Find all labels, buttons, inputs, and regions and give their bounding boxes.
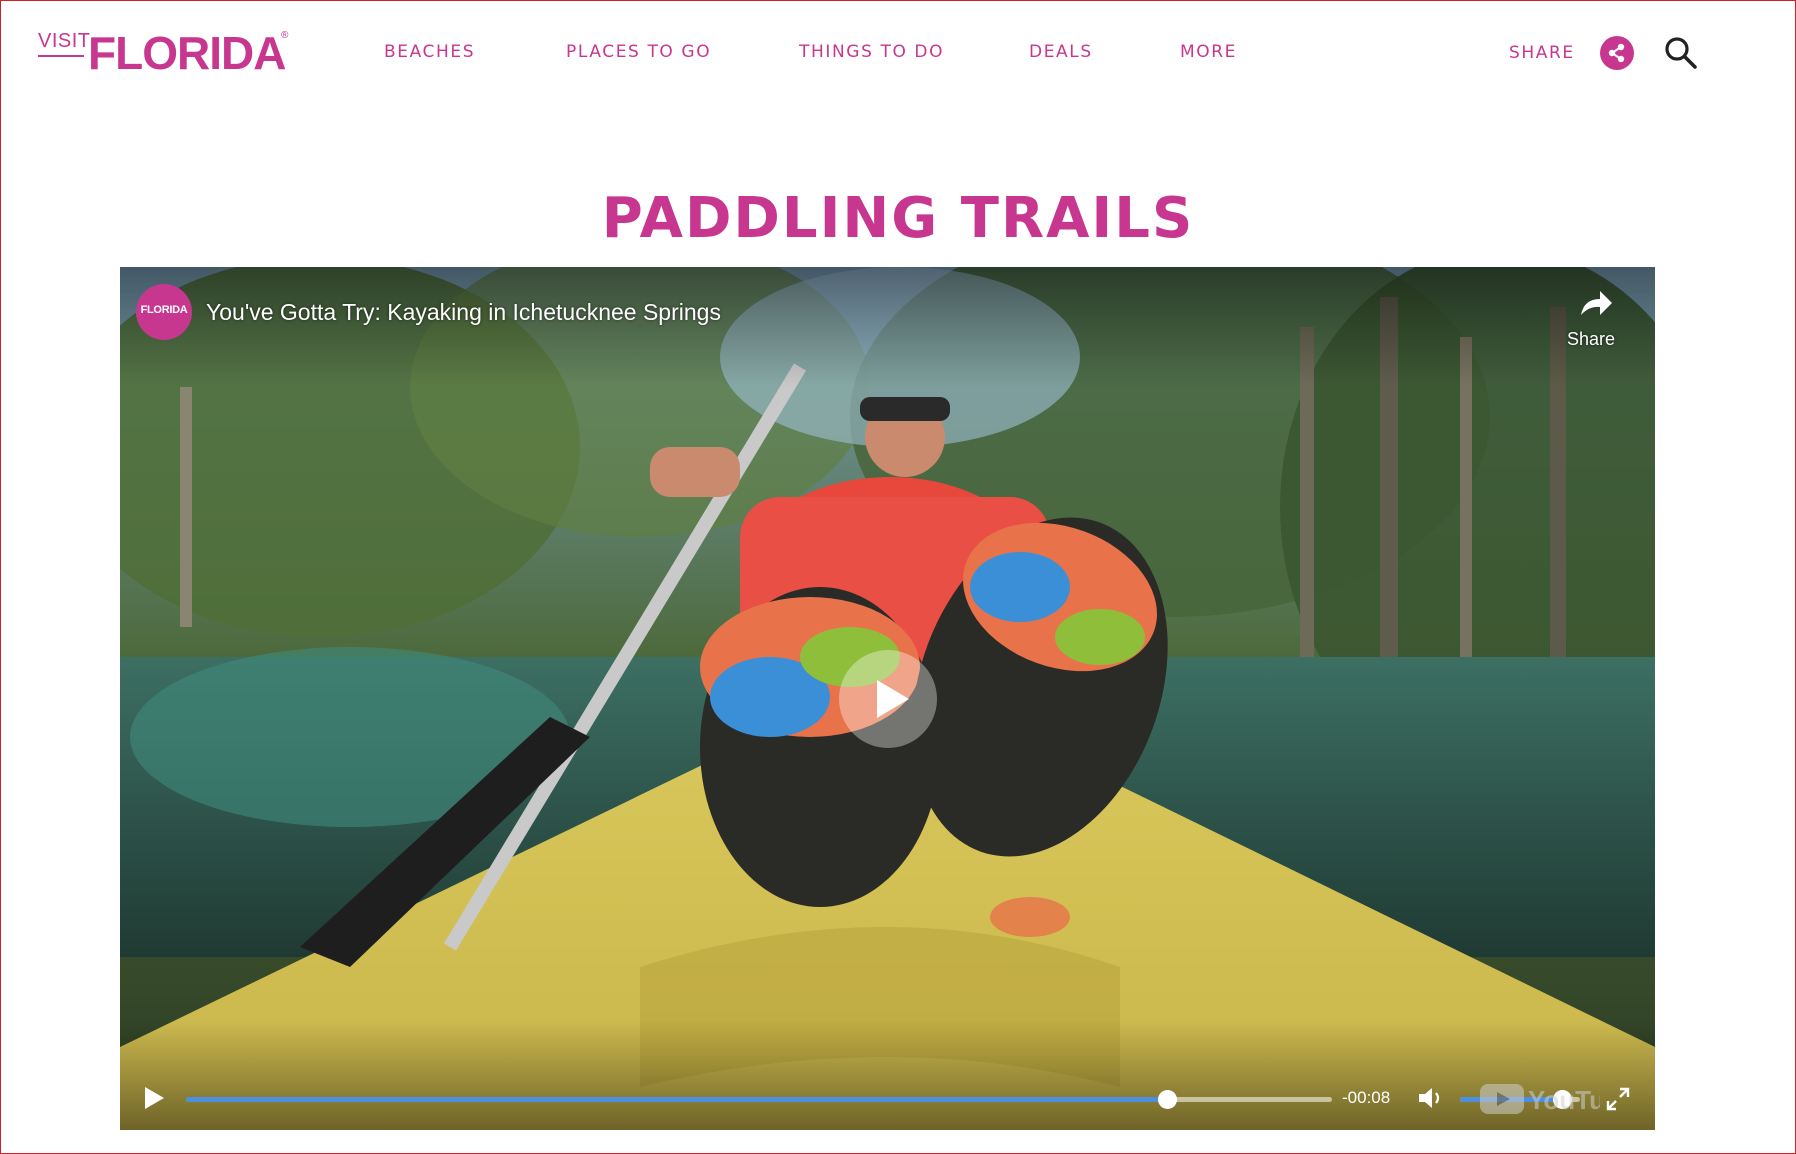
- logo-visit-text: VISIT: [38, 30, 91, 52]
- nav-item-beaches[interactable]: BEACHES: [384, 42, 475, 62]
- video-share-button[interactable]: Share: [1556, 285, 1626, 351]
- visit-florida-logo[interactable]: VISIT FLORIDA ®: [38, 22, 289, 79]
- player-controls: -00:08 YouTube: [120, 1075, 1655, 1115]
- video-title[interactable]: You've Gotta Try: Kayaking in Ichetuckne…: [206, 299, 721, 326]
- logo-underline: [38, 55, 84, 57]
- nav-item-deals[interactable]: DEALS: [1029, 42, 1093, 62]
- logo-registered-mark: ®: [281, 30, 289, 41]
- channel-avatar-label: FLORIDA: [140, 304, 188, 316]
- top-overlay: [120, 267, 1655, 387]
- nav-item-things-to-do[interactable]: THINGS TO DO: [799, 42, 944, 62]
- big-play-button[interactable]: [839, 650, 937, 748]
- progress-fill: [186, 1097, 1167, 1102]
- volume-icon[interactable]: [1416, 1085, 1444, 1111]
- site-header: VISIT FLORIDA ® BEACHES PLACES TO GO THI…: [0, 0, 1796, 110]
- video-share-label: Share: [1566, 329, 1616, 349]
- video-player[interactable]: FLORIDA You've Gotta Try: Kayaking in Ic…: [120, 267, 1655, 1130]
- progress-bar[interactable]: [186, 1090, 1332, 1109]
- play-icon: [877, 680, 909, 718]
- youtube-logo-text: YouTube: [1528, 1085, 1600, 1115]
- play-icon[interactable]: [142, 1085, 166, 1111]
- youtube-logo[interactable]: YouTube: [1480, 1080, 1635, 1116]
- share-icon[interactable]: [1600, 36, 1634, 70]
- channel-avatar[interactable]: FLORIDA: [136, 284, 192, 340]
- progress-scrubber[interactable]: [1157, 1090, 1177, 1109]
- search-icon[interactable]: [1663, 35, 1699, 71]
- fullscreen-icon[interactable]: [1606, 1087, 1630, 1111]
- page-title: PADDLING TRAILS: [601, 185, 1195, 251]
- share-link[interactable]: SHARE: [1509, 43, 1575, 63]
- logo-florida-text: FLORIDA: [88, 27, 286, 79]
- nav-item-places-to-go[interactable]: PLACES TO GO: [566, 42, 711, 62]
- time-remaining: -00:08: [1342, 1088, 1391, 1107]
- share-arrow-icon: [1581, 291, 1612, 315]
- nav-item-more[interactable]: MORE: [1180, 42, 1237, 62]
